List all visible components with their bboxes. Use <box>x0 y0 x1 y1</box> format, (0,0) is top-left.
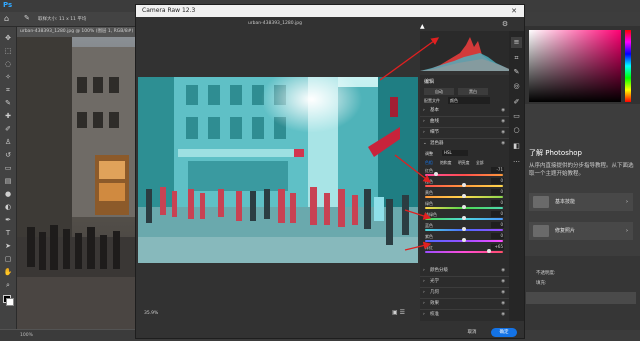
annotation-arrows <box>379 37 440 251</box>
annotation-arrow <box>394 154 432 183</box>
annotation-arrow <box>379 37 440 81</box>
annotation-arrow <box>404 241 432 251</box>
annotation-arrow <box>404 209 432 220</box>
